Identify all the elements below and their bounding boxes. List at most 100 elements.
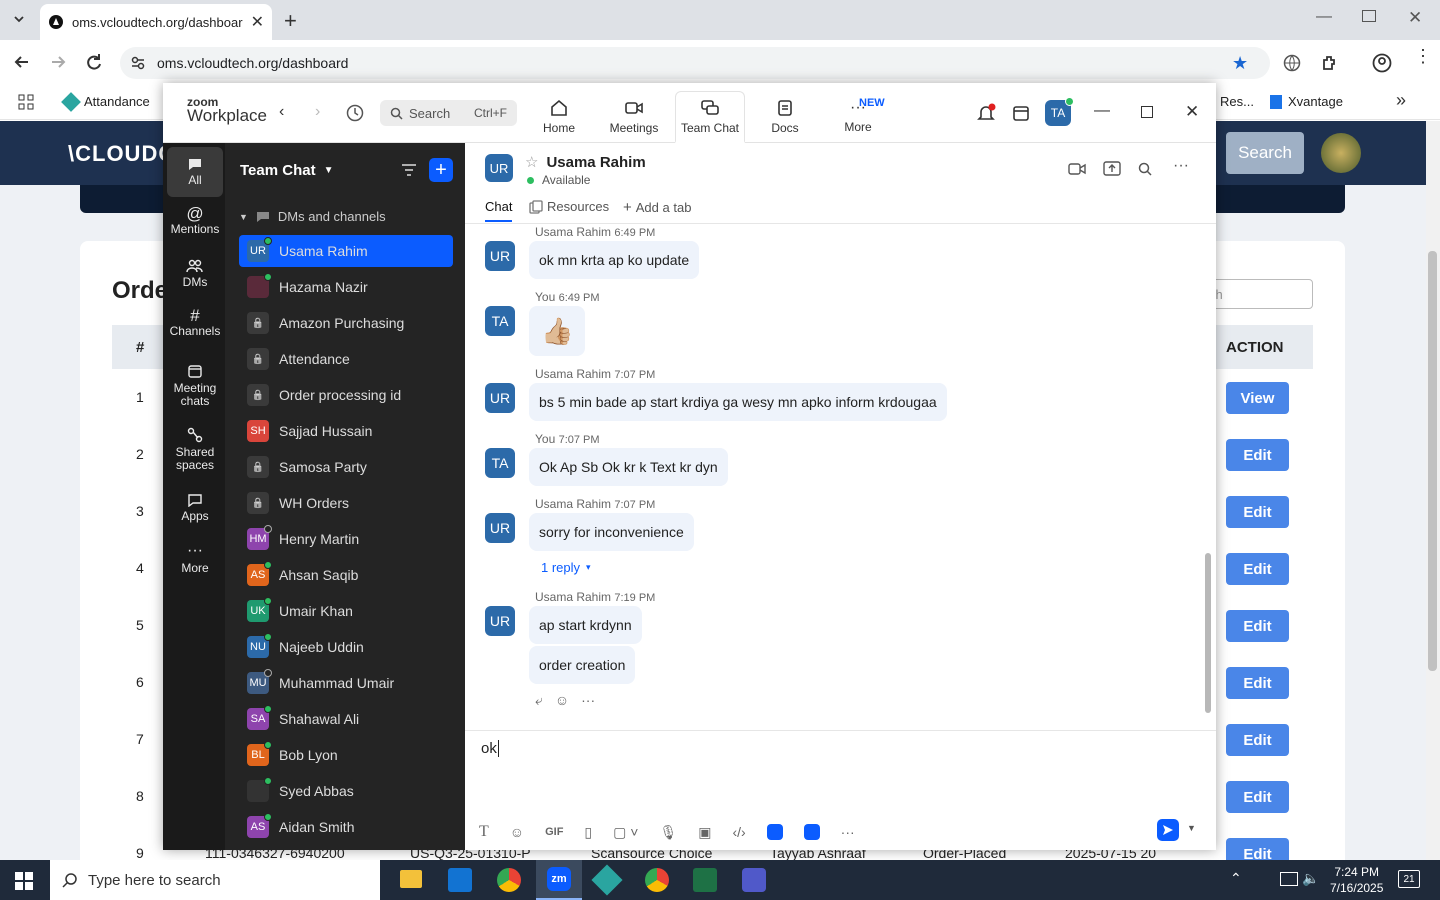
contact-item[interactable]: 🔒 Amazon Purchasing bbox=[239, 307, 453, 339]
edit-button[interactable]: Edit bbox=[1226, 610, 1289, 642]
system-clock[interactable]: 7:24 PM 7/16/2025 bbox=[1330, 864, 1383, 896]
contact-avatar[interactable]: UR bbox=[485, 154, 513, 182]
user-avatar[interactable] bbox=[1321, 133, 1361, 173]
taskbar-search-box[interactable]: Type here to search bbox=[50, 860, 380, 900]
edit-button[interactable]: Edit bbox=[1226, 724, 1289, 756]
chat-scrollbar-thumb[interactable] bbox=[1205, 553, 1211, 713]
rail-dms[interactable]: DMs bbox=[167, 259, 223, 289]
contact-name[interactable]: Usama Rahim bbox=[546, 154, 645, 171]
new-tab-icon[interactable]: + bbox=[284, 8, 297, 34]
tab-resources[interactable]: Resources bbox=[529, 199, 609, 214]
bookmark-xvantage[interactable]: Xvantage bbox=[1270, 94, 1343, 109]
contact-item[interactable]: SA Shahawal Ali bbox=[239, 703, 453, 735]
audio-message-icon[interactable]: 🎙 bbox=[659, 824, 677, 841]
table-search-input[interactable]: ch bbox=[1200, 279, 1313, 309]
sender-avatar[interactable]: UR bbox=[485, 606, 515, 636]
history-icon[interactable] bbox=[346, 104, 364, 122]
rail-more[interactable]: ··· More bbox=[167, 543, 223, 575]
zoom-forward-icon[interactable]: › bbox=[315, 103, 320, 121]
sender-avatar[interactable]: TA bbox=[485, 448, 515, 478]
contact-item[interactable]: 🔒 Samosa Party bbox=[239, 451, 453, 483]
file-explorer-icon[interactable] bbox=[400, 870, 422, 888]
edit-button[interactable]: Edit bbox=[1226, 781, 1289, 813]
reload-icon[interactable] bbox=[84, 52, 104, 72]
rail-all[interactable]: All bbox=[167, 147, 223, 197]
gif-icon[interactable]: GIF bbox=[545, 826, 563, 838]
rail-mentions[interactable]: @ Mentions bbox=[167, 205, 223, 236]
sender-avatar[interactable]: UR bbox=[485, 383, 515, 413]
emoji-reaction-icon[interactable]: ☺ bbox=[555, 692, 569, 709]
apps-grid-icon[interactable] bbox=[18, 94, 34, 110]
nav-docs[interactable]: Docs bbox=[752, 91, 818, 143]
bookmark-star-icon[interactable]: ★ bbox=[1232, 53, 1248, 74]
message-bubble[interactable]: bs 5 min bade ap start krdiya ga wesy mn… bbox=[529, 383, 947, 421]
network-icon[interactable] bbox=[1280, 872, 1298, 886]
message-bubble-emoji[interactable]: 👍🏼 bbox=[529, 306, 586, 356]
scrollbar-thumb[interactable] bbox=[1428, 251, 1437, 671]
rail-meeting-chats[interactable]: Meeting chats bbox=[167, 363, 223, 408]
emoji-icon[interactable]: ☺ bbox=[510, 824, 524, 840]
send-options-chevron-icon[interactable]: ▼ bbox=[1187, 823, 1196, 833]
contact-item[interactable]: Hazama Nazir bbox=[239, 271, 453, 303]
edit-button[interactable]: Edit bbox=[1226, 838, 1289, 860]
translate-icon[interactable] bbox=[1283, 54, 1301, 72]
contact-item[interactable]: UK Umair Khan bbox=[239, 595, 453, 627]
zoom-minimize-icon[interactable]: — bbox=[1094, 102, 1110, 120]
view-button[interactable]: View bbox=[1226, 382, 1289, 414]
restore-window-icon[interactable] bbox=[1362, 10, 1376, 22]
teams-icon[interactable] bbox=[742, 868, 766, 892]
notification-center-icon[interactable]: 21 bbox=[1398, 870, 1420, 888]
chat-search-icon[interactable] bbox=[1138, 162, 1152, 176]
zoom-search-box[interactable]: Search Ctrl+F bbox=[380, 100, 517, 126]
screenshot-icon[interactable]: ▢ ˅ bbox=[613, 824, 638, 841]
edit-button[interactable]: Edit bbox=[1226, 496, 1289, 528]
zoom-taskbar-icon[interactable]: zm bbox=[536, 860, 582, 900]
zoom-close-icon[interactable]: ✕ bbox=[1185, 102, 1199, 122]
contact-item[interactable]: HM Henry Martin bbox=[239, 523, 453, 555]
zoom-back-icon[interactable]: ‹ bbox=[279, 103, 284, 121]
zoom-maximize-icon[interactable] bbox=[1141, 106, 1153, 118]
app-diamond-icon[interactable] bbox=[591, 864, 623, 896]
code-snippet-icon[interactable]: ‹/› bbox=[732, 824, 745, 840]
back-icon[interactable] bbox=[12, 52, 32, 72]
edit-button[interactable]: Edit bbox=[1226, 667, 1289, 699]
filter-icon[interactable] bbox=[401, 163, 417, 177]
contact-item[interactable]: UR Usama Rahim bbox=[239, 235, 453, 267]
edit-button[interactable]: Edit bbox=[1226, 439, 1289, 471]
close-tab-icon[interactable]: ✕ bbox=[251, 12, 264, 32]
file-icon[interactable]: ▯ bbox=[584, 824, 592, 841]
chrome-profile-icon[interactable] bbox=[645, 868, 669, 892]
share-screen-icon[interactable] bbox=[1103, 161, 1121, 177]
edit-button[interactable]: Edit bbox=[1226, 553, 1289, 585]
page-scrollbar[interactable] bbox=[1426, 121, 1440, 860]
message-bubble[interactable]: Ok Ap Sb Ok kr k Text kr dyn bbox=[529, 448, 728, 486]
app-integration-icon[interactable] bbox=[766, 824, 783, 840]
nav-team-chat[interactable]: Team Chat bbox=[675, 91, 745, 143]
app-integration-2-icon[interactable] bbox=[803, 824, 820, 840]
star-icon[interactable]: ☆ bbox=[525, 153, 538, 171]
contact-item[interactable]: BL Bob Lyon bbox=[239, 739, 453, 771]
message-bubble[interactable]: order creation bbox=[529, 646, 636, 684]
forward-icon[interactable] bbox=[48, 52, 68, 72]
calendar-icon[interactable] bbox=[1012, 104, 1030, 122]
message-bubble[interactable]: ok mn krta ap ko update bbox=[529, 241, 700, 279]
bookmark-res[interactable]: Res... bbox=[1220, 94, 1254, 109]
new-chat-button[interactable]: + bbox=[429, 158, 453, 182]
close-window-icon[interactable]: ✕ bbox=[1408, 8, 1422, 28]
show-hidden-icons-icon[interactable]: ⌃ bbox=[1230, 870, 1242, 887]
thread-reply-link[interactable]: 1 reply ▾ bbox=[541, 560, 591, 575]
chat-scrollbar[interactable] bbox=[1203, 223, 1213, 783]
contact-item[interactable]: MU Muhammad Umair bbox=[239, 667, 453, 699]
chat-more-icon[interactable]: ··· bbox=[1173, 157, 1189, 175]
browser-tab[interactable]: oms.vcloudtech.org/dashboard ✕ bbox=[40, 4, 272, 40]
rail-channels[interactable]: # Channels bbox=[167, 307, 223, 338]
rail-shared-spaces[interactable]: Shared spaces bbox=[167, 427, 223, 472]
volume-icon[interactable]: 🔈 bbox=[1302, 870, 1319, 887]
notifications-icon[interactable] bbox=[976, 103, 996, 123]
tab-add[interactable]: + Add a tab bbox=[623, 199, 691, 216]
minimize-window-icon[interactable]: — bbox=[1316, 8, 1332, 26]
profile-avatar[interactable]: TA bbox=[1045, 97, 1074, 126]
nav-meetings[interactable]: Meetings bbox=[601, 91, 667, 143]
reply-icon[interactable]: ⤶ bbox=[535, 692, 543, 709]
tab-search-icon[interactable] bbox=[8, 8, 30, 30]
